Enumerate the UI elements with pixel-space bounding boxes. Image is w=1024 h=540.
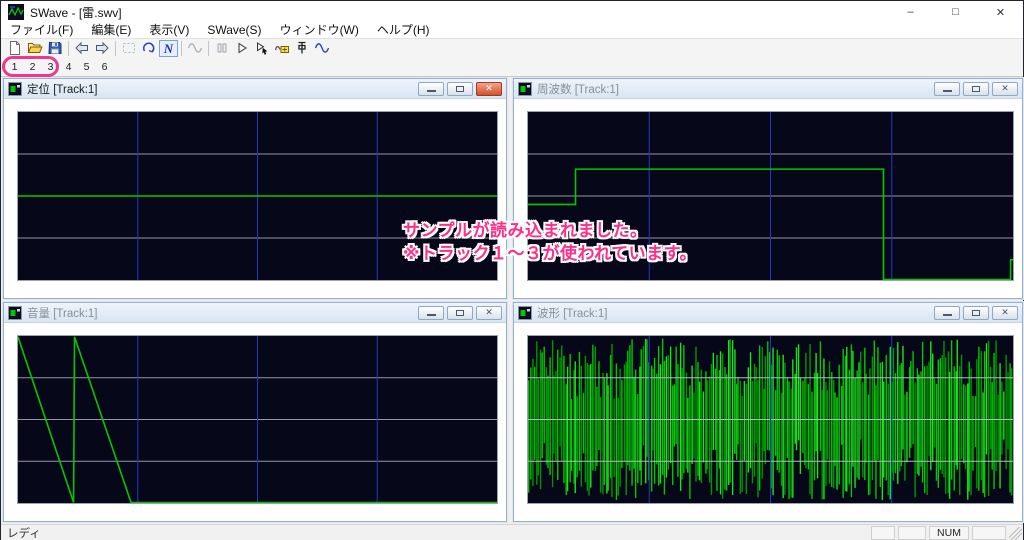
status-pane-empty — [972, 526, 1006, 540]
select-rectangle-icon[interactable] — [119, 40, 139, 57]
chart-window-icon — [8, 81, 22, 96]
status-pane-num: NUM — [929, 526, 969, 540]
app-logo-icon — [8, 4, 24, 20]
menu-file[interactable]: ファイル(F) — [1, 23, 82, 38]
child-titlebar-frequency[interactable]: 周波数 [Track:1] ✕ — [514, 79, 1022, 99]
sine-tool-disabled-icon[interactable] — [185, 40, 205, 57]
track-button-5[interactable]: 5 — [78, 59, 95, 75]
child-body-waveform — [514, 324, 1022, 521]
forward-arrow-icon[interactable] — [92, 40, 112, 57]
menu-edit[interactable]: 編集(E) — [82, 23, 140, 38]
menu-window[interactable]: ウィンドウ(W) — [271, 23, 368, 38]
child-titlebar-volume[interactable]: 音量 [Track:1] ✕ — [4, 303, 506, 323]
child-title-waveform: 波形 [Track:1] — [537, 307, 608, 320]
child-window-pan: 定位 [Track:1] ✕ — [3, 78, 507, 299]
toolbar-separator — [115, 40, 116, 56]
child-minimize-button[interactable] — [418, 305, 444, 320]
app-window: SWave - [雷.swv] – □ ✕ ファイル(F) 編集(E) 表示(V… — [0, 0, 1024, 540]
main-toolbar: N — [1, 38, 1023, 57]
open-file-icon[interactable] — [25, 40, 45, 57]
wave-insert-icon[interactable] — [272, 40, 292, 57]
status-pane-empty — [898, 526, 926, 540]
child-close-button[interactable]: ✕ — [476, 81, 502, 96]
child-restore-button[interactable] — [963, 305, 989, 320]
toolbar-separator — [181, 40, 182, 56]
track-toolbar: 1 2 3 4 5 6 — [1, 57, 1023, 77]
volume-chart[interactable] — [17, 335, 498, 504]
child-close-button[interactable]: ✕ — [992, 305, 1018, 320]
child-close-button[interactable]: ✕ — [992, 81, 1018, 96]
minimize-button[interactable]: – — [888, 1, 933, 23]
child-body-volume — [4, 324, 506, 521]
chart-window-icon — [518, 305, 532, 320]
track-button-6[interactable]: 6 — [96, 59, 113, 75]
child-title-pan: 定位 [Track:1] — [27, 83, 98, 96]
child-restore-button[interactable] — [447, 81, 473, 96]
window-title: SWave - [雷.swv] — [30, 5, 122, 20]
child-restore-button[interactable] — [963, 81, 989, 96]
rotate-tool-icon[interactable] — [139, 40, 159, 57]
pin-tool-icon[interactable] — [292, 40, 312, 57]
back-arrow-icon[interactable] — [72, 40, 92, 57]
mdi-area: 定位 [Track:1] ✕ 周波数 [Track:1] ✕ 音量 [Track… — [1, 77, 1023, 524]
child-title-frequency: 周波数 [Track:1] — [537, 83, 619, 96]
new-file-icon[interactable] — [5, 40, 25, 57]
child-restore-button[interactable] — [447, 305, 473, 320]
toolbar-separator — [208, 40, 209, 56]
menu-swave[interactable]: SWave(S) — [198, 23, 270, 38]
child-body-frequency — [514, 100, 1022, 298]
child-window-frequency: 周波数 [Track:1] ✕ — [513, 78, 1023, 299]
child-window-waveform: 波形 [Track:1] ✕ — [513, 302, 1023, 522]
child-minimize-button[interactable] — [934, 81, 960, 96]
child-titlebar-waveform[interactable]: 波形 [Track:1] ✕ — [514, 303, 1022, 323]
maximize-button[interactable]: □ — [933, 1, 978, 23]
child-titlebar-pan[interactable]: 定位 [Track:1] ✕ — [4, 79, 506, 99]
line-tool-icon[interactable]: N — [159, 39, 178, 57]
resize-grip[interactable] — [1009, 526, 1022, 540]
child-close-button[interactable]: ✕ — [476, 305, 502, 320]
annotation-text-line2: ※トラック１～３が使われています。 — [403, 244, 697, 263]
pause-icon[interactable] — [212, 40, 232, 57]
annotation-text-line1: サンプルが読み込まれました。 — [403, 221, 648, 240]
toolbar-separator — [68, 40, 69, 56]
play-icon[interactable] — [232, 40, 252, 57]
chart-window-icon — [8, 305, 22, 320]
status-ready-text: レディ — [7, 528, 41, 540]
status-bar: レディ NUM — [1, 524, 1023, 540]
menu-view[interactable]: 表示(V) — [140, 23, 198, 38]
child-body-pan — [4, 100, 506, 298]
save-file-icon[interactable] — [45, 40, 65, 57]
status-pane-empty — [871, 526, 895, 540]
close-button[interactable]: ✕ — [978, 1, 1023, 23]
waveform-chart[interactable] — [527, 335, 1014, 504]
chart-window-icon — [518, 81, 532, 96]
title-bar[interactable]: SWave - [雷.swv] – □ ✕ — [1, 1, 1023, 23]
menu-help[interactable]: ヘルプ(H) — [368, 23, 439, 38]
annotation-circle-tracks-1-3 — [2, 56, 59, 77]
play-cursor-icon[interactable] — [252, 40, 272, 57]
child-title-volume: 音量 [Track:1] — [27, 307, 98, 320]
child-window-volume: 音量 [Track:1] ✕ — [3, 302, 507, 522]
sine-tool-icon[interactable] — [312, 40, 332, 57]
child-minimize-button[interactable] — [934, 305, 960, 320]
menu-bar: ファイル(F) 編集(E) 表示(V) SWave(S) ウィンドウ(W) ヘル… — [1, 23, 1023, 38]
child-minimize-button[interactable] — [418, 81, 444, 96]
track-button-4[interactable]: 4 — [60, 59, 77, 75]
